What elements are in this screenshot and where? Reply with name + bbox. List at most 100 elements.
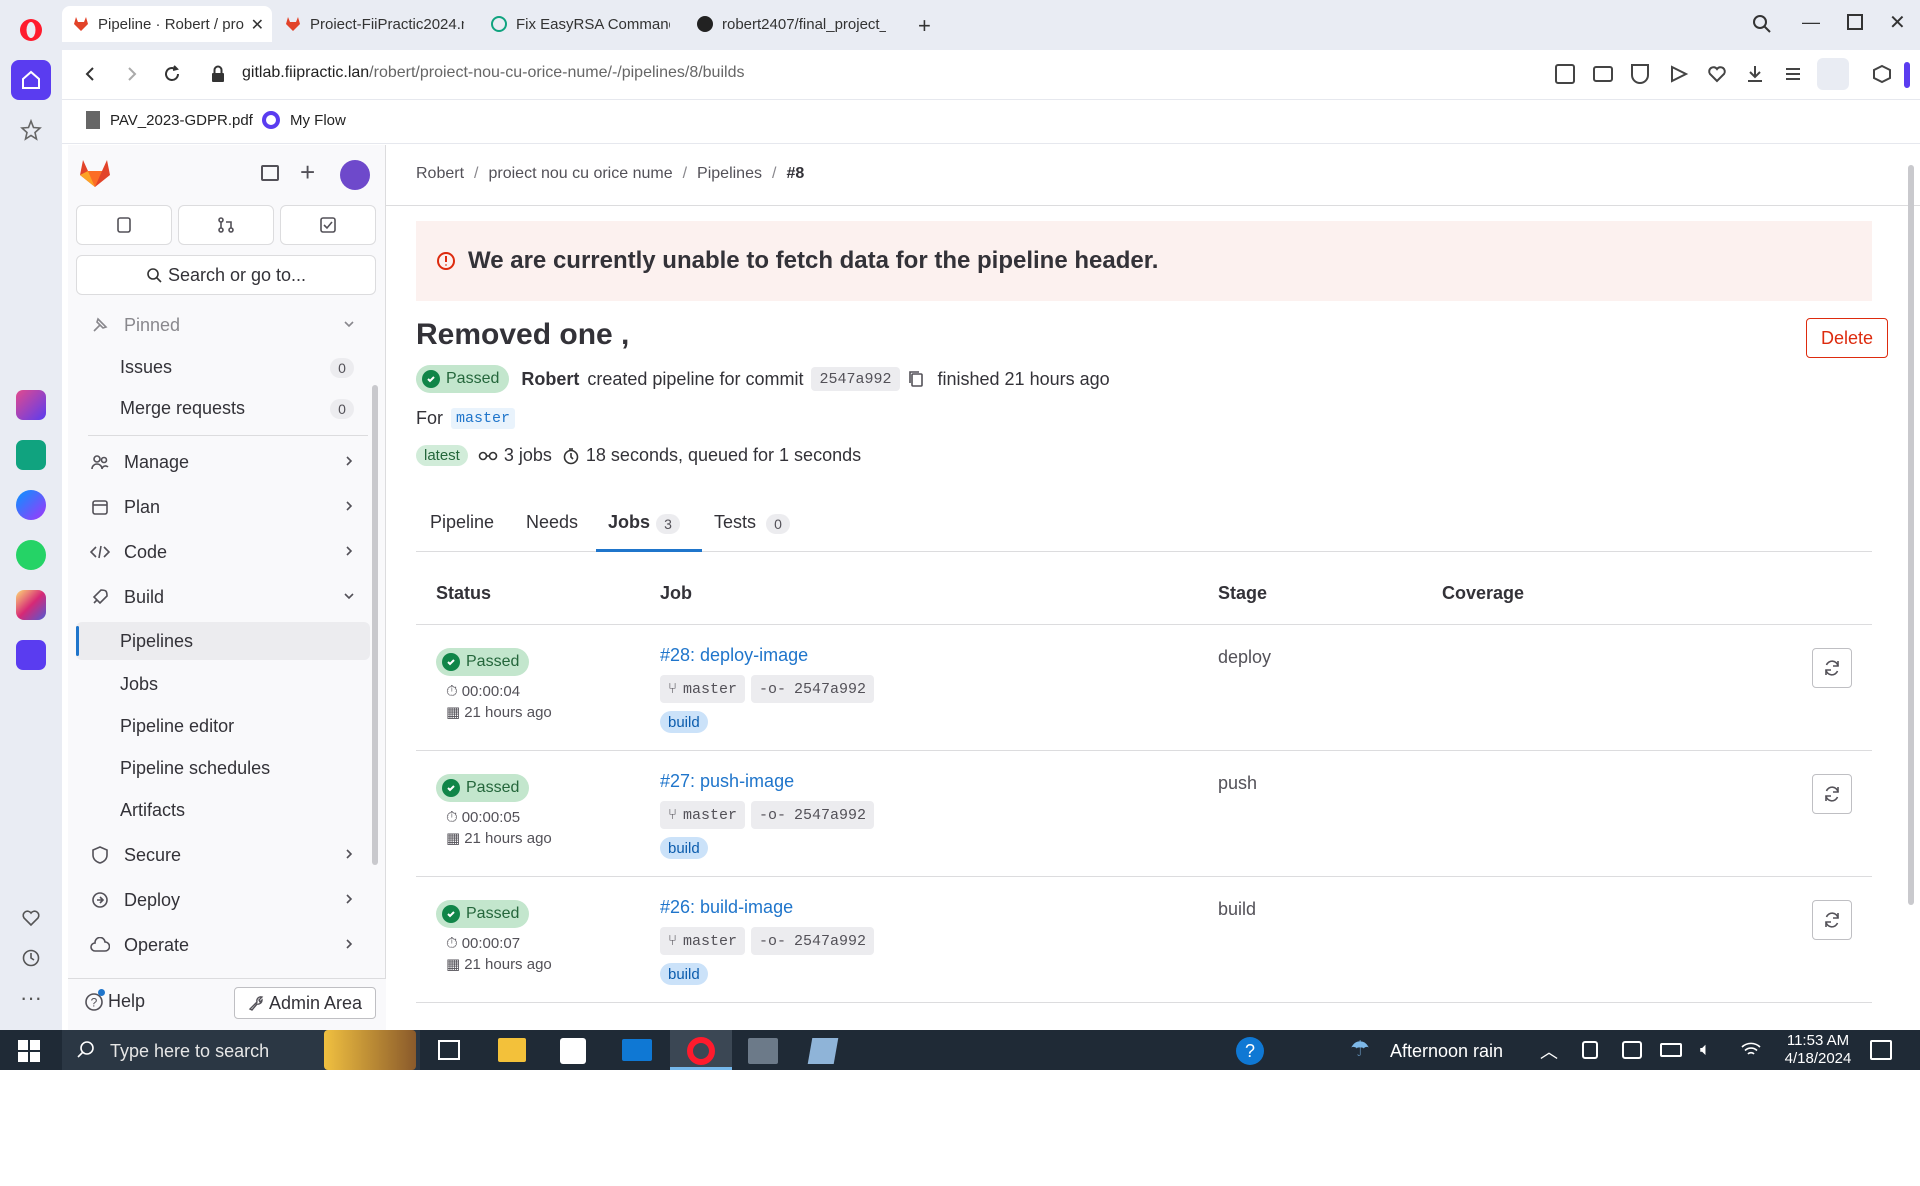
chevron-up-icon[interactable]: ︿ — [1540, 1038, 1558, 1064]
mail-icon[interactable] — [622, 1039, 652, 1061]
home-icon[interactable] — [11, 60, 51, 100]
page-scrollbar[interactable] — [1908, 165, 1914, 905]
commit-tag[interactable]: -o- 2547a992 — [751, 927, 875, 955]
sidebar-item-artifacts[interactable]: Artifacts — [76, 791, 370, 829]
chatgpt-icon[interactable] — [11, 435, 51, 475]
commit-sha[interactable]: 2547a992 — [811, 367, 900, 391]
reload-icon[interactable] — [162, 64, 182, 84]
notes-app-icon[interactable] — [807, 1038, 839, 1064]
volume-icon[interactable]: 🔈︎ — [1700, 1039, 1711, 1060]
branch-tag[interactable]: ⑂ master — [660, 675, 746, 703]
search-tabs-icon[interactable] — [1752, 14, 1772, 34]
restore-icon[interactable] — [1847, 14, 1863, 30]
commit-tag[interactable]: -o- 2547a992 — [751, 801, 875, 829]
sidebar-item-issues[interactable]: Issues 0 — [76, 348, 370, 386]
branch-link[interactable]: master — [451, 408, 516, 429]
download-icon[interactable] — [1745, 64, 1765, 84]
forward-icon[interactable] — [122, 64, 142, 84]
retry-button[interactable] — [1812, 648, 1852, 688]
delete-button[interactable]: Delete — [1806, 318, 1888, 358]
history-icon[interactable] — [11, 938, 51, 978]
commit-tag[interactable]: -o- 2547a992 — [751, 675, 875, 703]
profile-icon[interactable] — [1817, 58, 1849, 90]
whatsapp-icon[interactable] — [11, 535, 51, 575]
back-icon[interactable] — [80, 64, 100, 84]
search-button[interactable]: Search or go to... — [76, 255, 376, 295]
copy-icon[interactable] — [908, 370, 924, 388]
task-view-icon[interactable] — [438, 1040, 460, 1060]
sidebar-item-plan[interactable]: Plan — [76, 487, 370, 527]
tab-needs[interactable]: Needs — [526, 512, 578, 533]
breadcrumb-current[interactable]: #8 — [786, 165, 804, 183]
job-link[interactable]: #28: deploy-image — [660, 645, 808, 666]
merge-requests-shortcut-button[interactable] — [178, 205, 274, 245]
sidebar-scrollbar[interactable] — [372, 385, 378, 865]
job-status-badge[interactable]: Passed — [436, 648, 530, 676]
breadcrumb-item[interactable]: proiect nou cu orice nume — [488, 165, 672, 183]
weather-label[interactable]: Afternoon rain — [1390, 1041, 1503, 1062]
todo-shortcut-button[interactable] — [280, 205, 376, 245]
wifi-icon[interactable] — [1740, 1040, 1762, 1058]
sidebar-item-operate[interactable]: Operate — [76, 925, 370, 965]
messenger-icon[interactable] — [11, 485, 51, 525]
tab-jobs[interactable]: Jobs 3 — [596, 498, 702, 552]
close-window-icon[interactable]: ✕ — [1889, 10, 1906, 35]
shield-toolbar-icon[interactable] — [1631, 64, 1649, 84]
sidebar-collapse-icon[interactable] — [261, 165, 279, 181]
sidebar-item-pipeline-schedules[interactable]: Pipeline schedules — [76, 749, 370, 787]
opera-taskbar-button[interactable] — [670, 1030, 732, 1070]
device-tray-icon[interactable] — [1582, 1041, 1598, 1059]
admin-area-button[interactable]: Admin Area — [234, 987, 376, 1019]
sidebar-item-merge-requests[interactable]: Merge requests 0 — [76, 389, 370, 427]
more-icon[interactable]: ··· — [11, 978, 51, 1018]
gitlab-logo-icon[interactable] — [78, 157, 112, 189]
retry-button[interactable] — [1812, 774, 1852, 814]
browser-tab-active[interactable]: Pipeline · Robert / pro ✕ — [62, 6, 272, 42]
pinned-section[interactable]: Pinned — [76, 305, 370, 345]
taskbar-search-input[interactable]: Type here to search — [62, 1030, 420, 1070]
status-badge[interactable]: Passed — [416, 365, 510, 393]
sidebar-item-deploy[interactable]: Deploy — [76, 880, 370, 920]
menu-icon[interactable] — [1783, 64, 1803, 84]
battery-icon[interactable] — [1660, 1043, 1682, 1057]
sidebar-item-build[interactable]: Build — [76, 577, 370, 617]
tab-pipeline[interactable]: Pipeline — [430, 512, 494, 533]
close-tab-icon[interactable]: ✕ — [251, 15, 264, 35]
sidebar-item-jobs[interactable]: Jobs — [76, 665, 370, 703]
retry-button[interactable] — [1812, 900, 1852, 940]
bookmark-pdf[interactable]: PAV_2023-GDPR.pdf — [86, 111, 253, 129]
star-icon[interactable] — [11, 110, 51, 150]
camera-icon[interactable] — [1593, 66, 1613, 82]
windows-start-icon[interactable] — [18, 1040, 40, 1062]
store-icon[interactable] — [560, 1038, 586, 1064]
sidebar-item-pipeline-editor[interactable]: Pipeline editor — [76, 707, 370, 745]
snipping-tool-icon[interactable] — [748, 1038, 778, 1064]
avatar[interactable] — [340, 160, 370, 190]
lock-icon[interactable] — [210, 65, 226, 83]
job-link[interactable]: #27: push-image — [660, 771, 794, 792]
new-tab-icon[interactable]: + — [918, 13, 931, 39]
sidebar-item-secure[interactable]: Secure — [76, 835, 370, 875]
breadcrumb-item[interactable]: Pipelines — [697, 165, 762, 183]
heart-toolbar-icon[interactable] — [1707, 64, 1727, 84]
issues-shortcut-button[interactable] — [76, 205, 172, 245]
instagram-icon[interactable] — [11, 585, 51, 625]
minimize-icon[interactable]: — — [1802, 12, 1820, 33]
heart-icon[interactable] — [11, 898, 51, 938]
help-tray-icon[interactable]: ? — [1236, 1037, 1264, 1065]
new-item-icon[interactable]: + — [300, 157, 315, 188]
clock[interactable]: 11:53 AM 4/18/2024 — [1780, 1032, 1856, 1068]
sidebar-toggle-icon[interactable] — [1904, 62, 1910, 88]
camera-tray-icon[interactable] — [1622, 1041, 1642, 1059]
branch-tag[interactable]: ⑂ master — [660, 801, 746, 829]
send-icon[interactable] — [1669, 64, 1689, 84]
opera-logo-icon[interactable] — [11, 10, 51, 50]
url-field[interactable]: gitlab.fiipractic.lan/robert/proiect-nou… — [242, 64, 744, 82]
job-status-badge[interactable]: Passed — [436, 774, 530, 802]
snapshot-edit-icon[interactable] — [1555, 64, 1575, 84]
sidebar-item-code[interactable]: Code — [76, 532, 370, 572]
bookmark-myflow[interactable]: My Flow — [262, 111, 346, 129]
browser-tab[interactable]: robert2407/final_project_F — [686, 6, 896, 42]
music-player-icon[interactable] — [11, 635, 51, 675]
browser-tab[interactable]: Fix EasyRSA Command Err — [480, 6, 680, 42]
